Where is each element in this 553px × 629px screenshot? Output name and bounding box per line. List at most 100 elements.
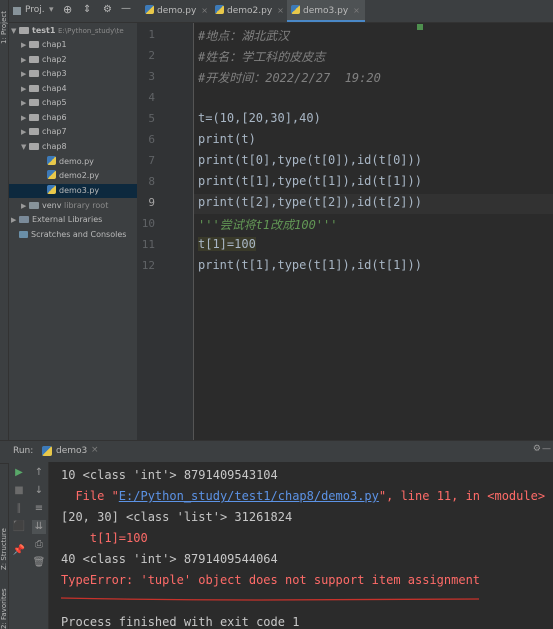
python-file-icon bbox=[47, 170, 56, 179]
tree-item-chap6[interactable]: ▶ chap6 bbox=[21, 111, 67, 125]
library-icon bbox=[19, 216, 29, 223]
line-number: 6 bbox=[148, 133, 155, 146]
project-folder-icon bbox=[13, 7, 21, 15]
tab-demo3[interactable]: demo3.py × bbox=[287, 0, 365, 22]
structure-tool-tab[interactable]: Z: Structure bbox=[0, 528, 8, 570]
locate-icon[interactable]: ⊕ bbox=[63, 3, 72, 16]
chevron-right-icon[interactable]: ▶ bbox=[21, 67, 29, 81]
chevron-right-icon[interactable]: ▶ bbox=[21, 111, 29, 125]
tree-item-demo2[interactable]: demo2.py bbox=[47, 169, 99, 183]
folder-icon bbox=[29, 70, 39, 77]
chevron-right-icon[interactable]: ▶ bbox=[21, 96, 29, 110]
scroll-down-icon[interactable]: ↓ bbox=[32, 484, 46, 498]
gear-icon[interactable]: ⚙ bbox=[533, 444, 541, 454]
tree-item-test1[interactable]: ▼ test1 E:\Python_study\te bbox=[11, 24, 124, 38]
tab-demo[interactable]: demo.py × bbox=[141, 0, 213, 22]
collapse-all-icon[interactable]: ⇕ bbox=[83, 4, 91, 15]
chevron-right-icon[interactable]: ▶ bbox=[21, 125, 29, 139]
folder-icon bbox=[29, 202, 39, 209]
console-line: Process finished with exit code 1 bbox=[61, 615, 300, 629]
hide-icon[interactable]: — bbox=[542, 444, 551, 454]
tab-demo2[interactable]: demo2.py × bbox=[211, 0, 287, 22]
folder-icon bbox=[29, 143, 39, 150]
line-number: 2 bbox=[148, 49, 155, 62]
line-number: 1 bbox=[148, 28, 155, 41]
folder-icon bbox=[19, 27, 29, 34]
chevron-right-icon[interactable]: ▶ bbox=[21, 38, 29, 52]
chevron-right-icon[interactable]: ▶ bbox=[21, 82, 29, 96]
tree-item-chap8[interactable]: ▼ chap8 bbox=[21, 140, 67, 154]
line-number: 8 bbox=[148, 175, 155, 188]
code-line: print(t[1],type(t[1]),id(t[1])) bbox=[198, 174, 422, 188]
pause-icon[interactable]: ∥ bbox=[12, 502, 26, 516]
tree-item-chap2[interactable]: ▶ chap2 bbox=[21, 53, 67, 67]
close-icon[interactable]: × bbox=[353, 6, 360, 15]
pin-icon[interactable]: 📌 bbox=[12, 544, 26, 558]
chevron-down-icon[interactable]: ▼ bbox=[21, 140, 29, 154]
scratches-icon bbox=[19, 231, 28, 238]
python-file-icon bbox=[42, 446, 52, 456]
tree-item-chap7[interactable]: ▶ chap7 bbox=[21, 125, 67, 139]
gear-icon[interactable]: ⚙ bbox=[103, 4, 112, 15]
inspection-ok-icon[interactable] bbox=[417, 24, 423, 30]
project-toolbar: Proj. ▾ ⊕ ⇕ ⚙ — bbox=[9, 0, 137, 23]
code-line: print(t[2],type(t[2]),id(t[2])) bbox=[198, 195, 422, 209]
tree-item-chap1[interactable]: ▶ chap1 bbox=[21, 38, 67, 52]
chevron-down-icon[interactable]: ▾ bbox=[49, 5, 54, 15]
tree-item-scratches[interactable]: Scratches and Consoles bbox=[19, 228, 126, 242]
close-icon[interactable]: × bbox=[277, 6, 284, 15]
restore-layout-icon[interactable]: ⬛ bbox=[12, 520, 26, 534]
project-view-selector[interactable]: Proj. bbox=[25, 5, 45, 15]
hide-icon[interactable]: — bbox=[121, 3, 131, 14]
project-panel: Proj. ▾ ⊕ ⇕ ⚙ — ▼ test1 E:\Python_study\t… bbox=[9, 0, 137, 440]
tree-item-chap4[interactable]: ▶ chap4 bbox=[21, 82, 67, 96]
editor-tab-bar: demo.py × demo2.py × demo3.py × bbox=[137, 0, 553, 23]
code-line: #姓名：学工科的皮皮志 bbox=[198, 50, 326, 64]
tree-item-demo3[interactable]: demo3.py bbox=[9, 184, 137, 198]
code-line: print(t) bbox=[198, 132, 256, 146]
favorites-tool-tab[interactable]: 2: Favorites bbox=[0, 588, 8, 629]
soft-wrap-icon[interactable]: ≡ bbox=[32, 502, 46, 516]
console-output[interactable]: 10 <class 'int'> 8791409543104 File "E:/… bbox=[49, 462, 553, 629]
python-file-icon bbox=[291, 5, 300, 14]
tree-item-external-libraries[interactable]: ▶ External Libraries bbox=[11, 213, 102, 227]
tree-item-chap5[interactable]: ▶ chap5 bbox=[21, 96, 67, 110]
console-line: TypeError: 'tuple' object does not suppo… bbox=[61, 573, 481, 587]
run-config-tab[interactable]: demo3 bbox=[56, 446, 87, 456]
tree-item-venv[interactable]: ▶ venv library root bbox=[21, 199, 108, 213]
line-number: 5 bbox=[148, 112, 155, 125]
line-number: 9 bbox=[148, 196, 155, 209]
scroll-to-end-icon[interactable]: ⇊ bbox=[32, 520, 46, 534]
tree-item-demo[interactable]: demo.py bbox=[47, 155, 94, 169]
chevron-down-icon[interactable]: ▼ bbox=[11, 24, 19, 38]
python-file-icon bbox=[145, 5, 154, 14]
tree-item-chap3[interactable]: ▶ chap3 bbox=[21, 67, 67, 81]
print-icon[interactable]: ⎙ bbox=[32, 538, 46, 552]
folder-icon bbox=[29, 99, 39, 106]
scroll-up-icon[interactable]: ↑ bbox=[32, 466, 46, 480]
console-line: [20, 30] <class 'list'> 31261824 bbox=[61, 510, 293, 524]
project-tool-tab[interactable]: 1: Project bbox=[0, 11, 8, 44]
python-file-icon bbox=[215, 5, 224, 14]
chevron-right-icon[interactable]: ▶ bbox=[21, 199, 29, 213]
rerun-icon[interactable]: ▶ bbox=[12, 466, 26, 480]
python-file-icon bbox=[47, 156, 56, 165]
code-line: '''尝试将t1改成100''' bbox=[198, 218, 338, 232]
code-editor[interactable]: #地点：湖北武汉 #姓名：学工科的皮皮志 #开发时间：2022/2/27 19:… bbox=[194, 23, 553, 440]
stop-icon[interactable]: ■ bbox=[12, 484, 26, 498]
folder-icon bbox=[29, 41, 39, 48]
folder-icon bbox=[29, 128, 39, 135]
code-line: t[1]=100 bbox=[198, 237, 256, 251]
line-number: 3 bbox=[148, 70, 155, 83]
line-number: 10 bbox=[141, 217, 155, 230]
close-icon[interactable]: × bbox=[201, 6, 208, 15]
traceback-file-link[interactable]: E:/Python_study/test1/chap8/demo3.py bbox=[119, 489, 379, 503]
trash-icon[interactable]: 🗑 bbox=[32, 556, 46, 570]
left-tool-strip: 1: Project Z: Structure 2: Favorites bbox=[0, 0, 9, 629]
console-line: 40 <class 'int'> 8791409544064 bbox=[61, 552, 278, 566]
chevron-right-icon[interactable]: ▶ bbox=[21, 53, 29, 67]
chevron-right-icon[interactable]: ▶ bbox=[11, 213, 19, 227]
folder-icon bbox=[29, 85, 39, 92]
python-file-icon bbox=[47, 185, 56, 194]
close-icon[interactable]: × bbox=[91, 445, 99, 455]
